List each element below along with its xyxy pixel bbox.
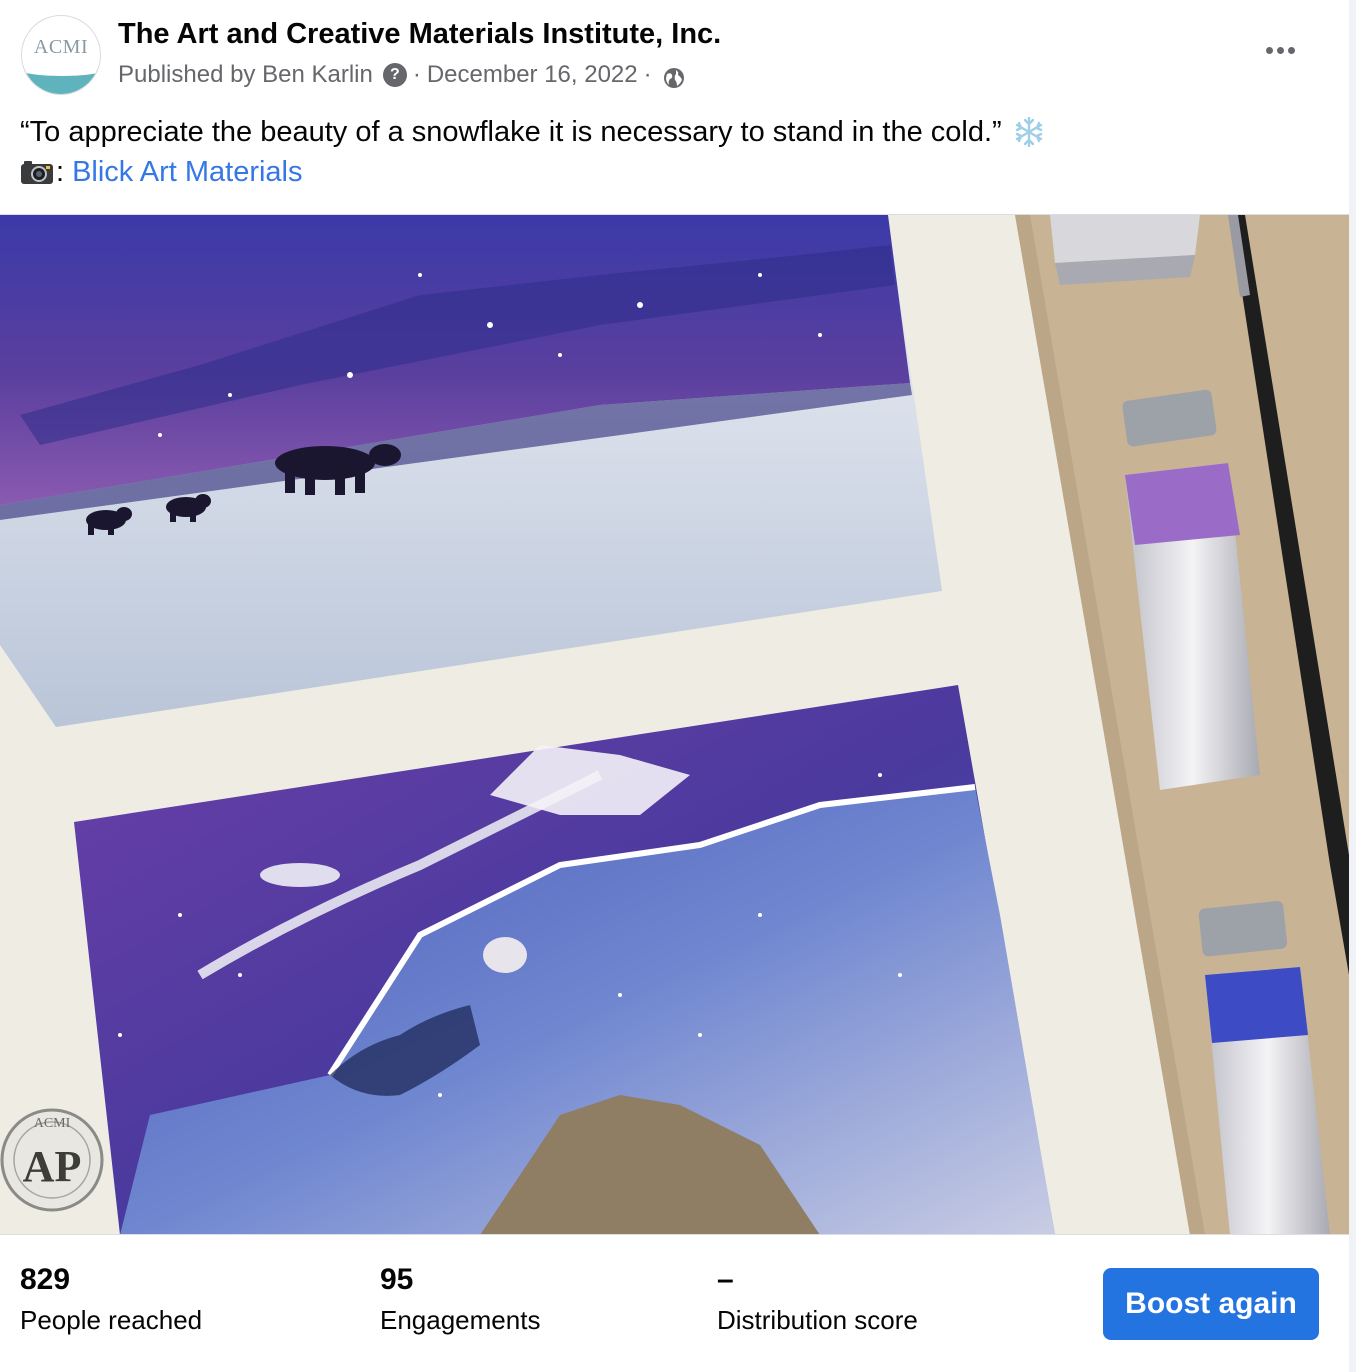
- camera-icon: [21, 161, 53, 184]
- seal-main-text: AP: [23, 1142, 82, 1191]
- meta-separator-2: ·: [643, 61, 652, 88]
- stat-label: People reached: [20, 1305, 203, 1335]
- post-date-link[interactable]: December 16, 2022: [427, 61, 638, 89]
- stat-distribution-score: – Distribution score: [717, 1263, 918, 1336]
- stat-people-reached: 829 People reached: [20, 1263, 202, 1336]
- caption-quote: “To appreciate the beauty of a snowflake…: [20, 116, 1002, 148]
- stat-engagements: 95 Engagements: [380, 1263, 540, 1336]
- published-by-text[interactable]: Published by Ben Karlin: [118, 61, 373, 89]
- credit-prefix: :: [56, 156, 65, 188]
- caption-quote-line: “To appreciate the beauty of a snowflake…: [20, 112, 1320, 152]
- post-photo[interactable]: ACMI AP: [0, 214, 1349, 1234]
- credit-link[interactable]: Blick Art Materials: [72, 152, 302, 192]
- post-card: ACMI The Art and Creative Materials Inst…: [0, 0, 1349, 1372]
- meta-separator: ·: [412, 61, 421, 88]
- page-name-link[interactable]: The Art and Creative Materials Institute…: [118, 18, 721, 51]
- caption-credit-line: : Blick Art Materials: [20, 152, 1320, 192]
- more-options-button[interactable]: [1256, 32, 1304, 68]
- post-meta: Published by Ben Karlin ? · December 16,…: [118, 60, 686, 90]
- watercolor-photo-illustration: ACMI AP: [0, 215, 1349, 1234]
- stat-label: Engagements: [380, 1305, 541, 1335]
- stat-label: Distribution score: [717, 1305, 918, 1335]
- boost-again-button[interactable]: Boost again: [1103, 1268, 1319, 1340]
- post-header: ACMI The Art and Creative Materials Inst…: [0, 0, 1349, 110]
- stat-value: –: [717, 1263, 734, 1296]
- more-dots-icon: [1265, 46, 1273, 54]
- stat-value: 95: [380, 1263, 414, 1296]
- stat-value: 829: [20, 1263, 71, 1296]
- avatar-logo-wave: [22, 56, 100, 94]
- question-circle-icon[interactable]: ?: [382, 63, 407, 87]
- insights-bar: 829 People reached 95 Engagements – Dist…: [0, 1234, 1349, 1372]
- page-background-edge: [1349, 0, 1356, 1372]
- snowflake-icon: [1015, 116, 1042, 148]
- seal-top-text: ACMI: [34, 1116, 71, 1131]
- globe-icon[interactable]: [662, 66, 686, 90]
- page-avatar[interactable]: ACMI: [21, 15, 101, 95]
- more-dots-icon-dot: [1276, 46, 1284, 54]
- more-dots-icon-dot: [1287, 46, 1295, 54]
- post-caption: “To appreciate the beauty of a snowflake…: [20, 112, 1320, 192]
- acmi-ap-seal: ACMI AP: [0, 1108, 104, 1212]
